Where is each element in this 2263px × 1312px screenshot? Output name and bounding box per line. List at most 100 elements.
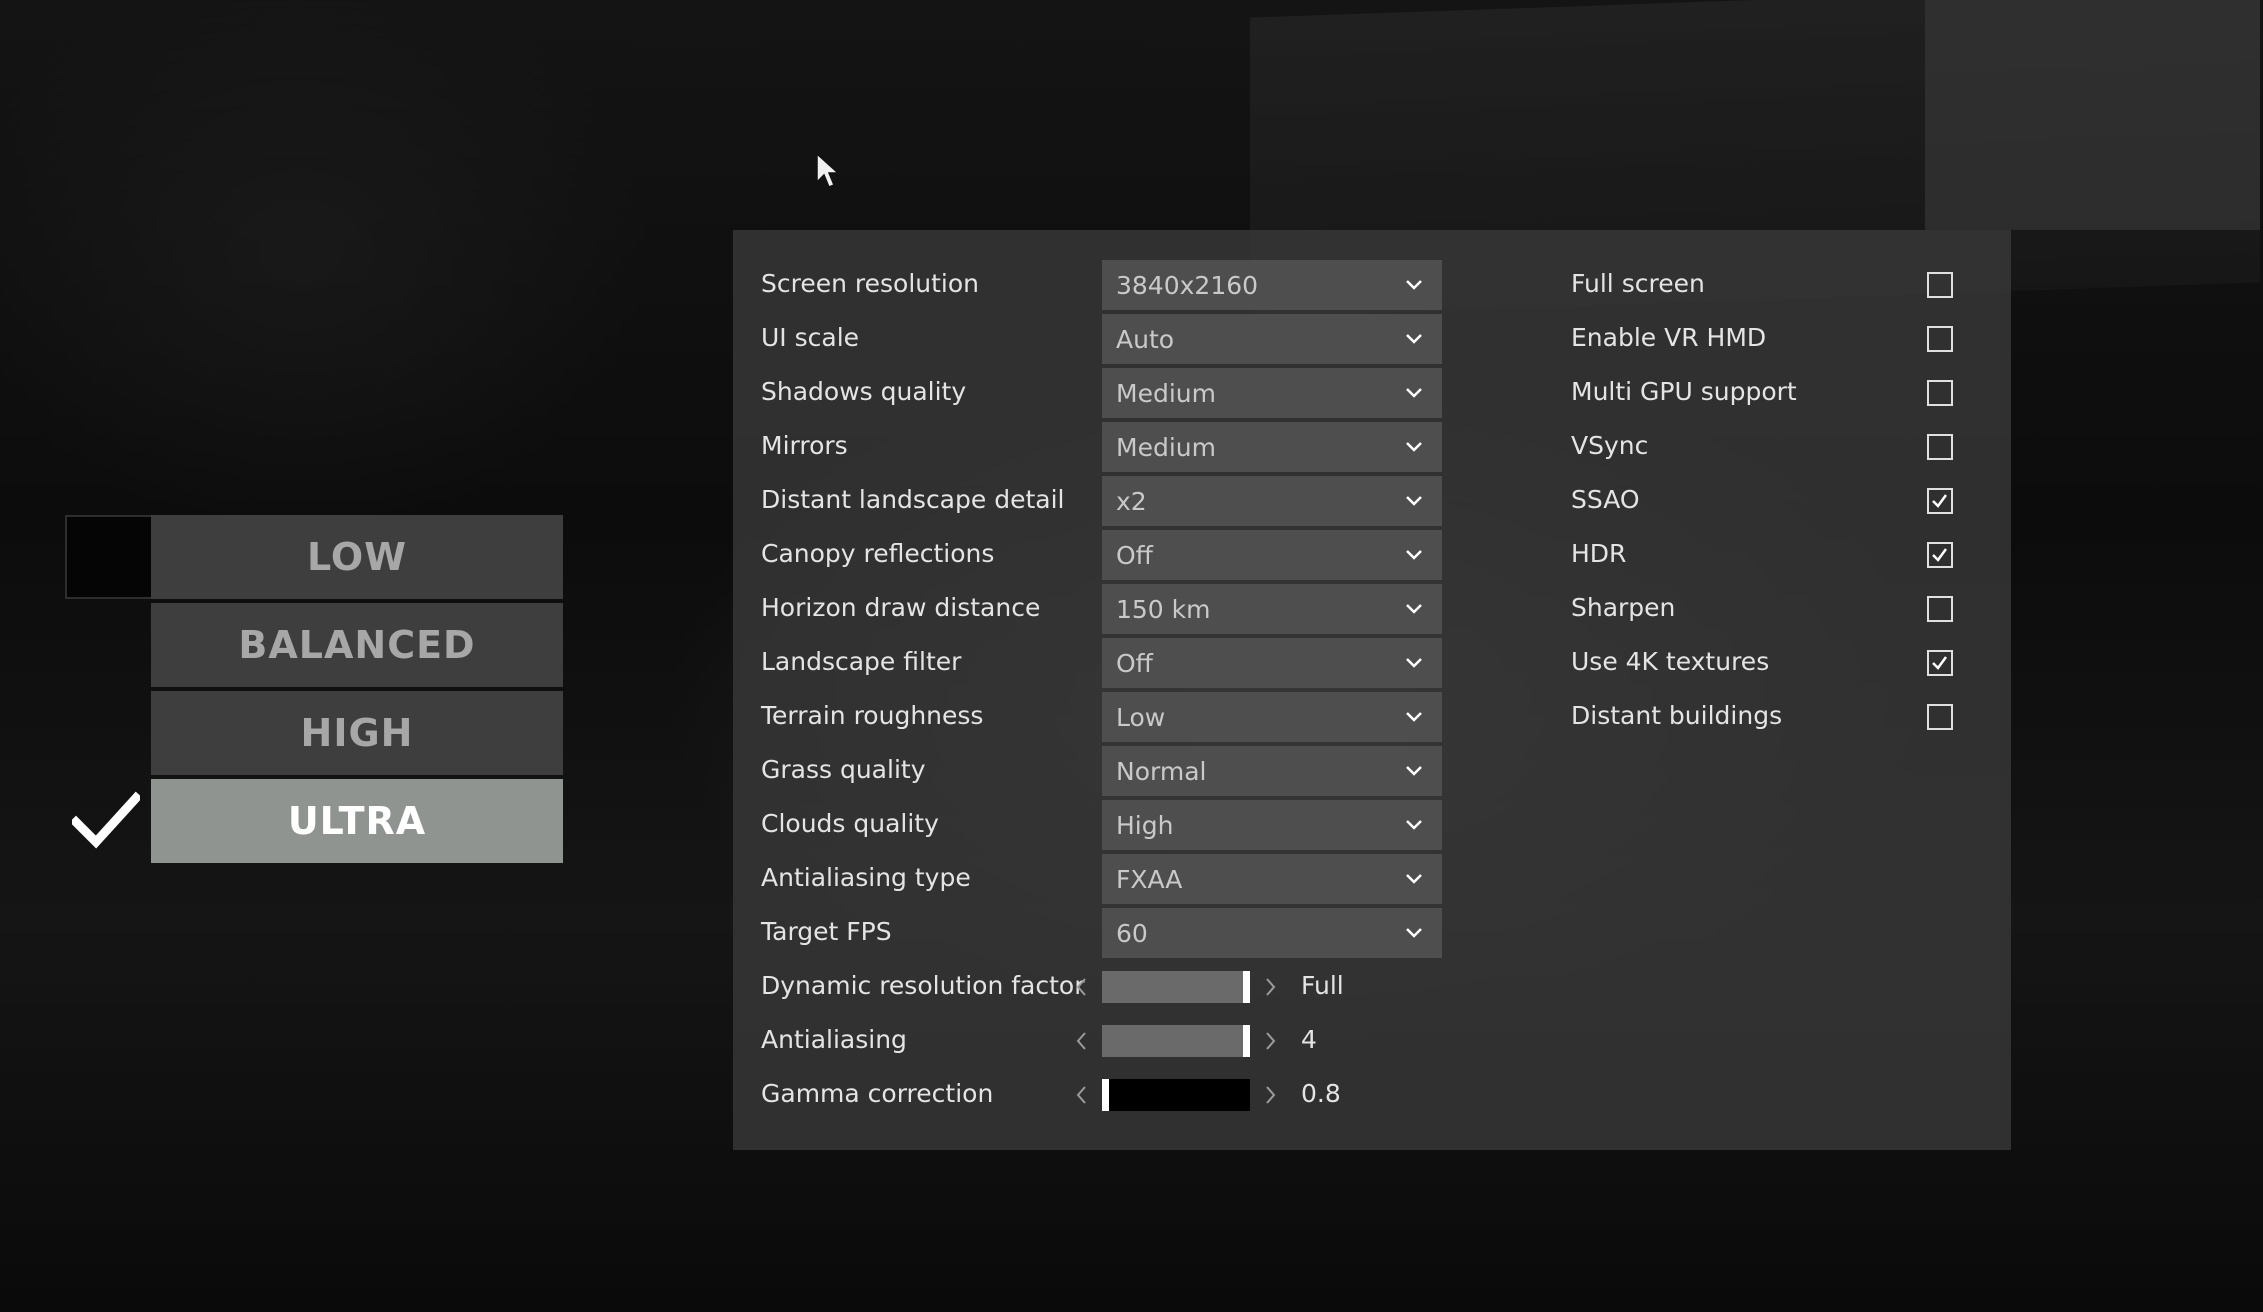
setting-label-antialiasing: Antialiasing (761, 1025, 907, 1054)
setting-label-shadows-quality: Shadows quality (761, 377, 967, 406)
checkbox-use-4k-textures[interactable] (1927, 650, 1953, 676)
slider-gamma-correction[interactable] (1102, 1079, 1250, 1111)
chevron-down-icon (1406, 766, 1422, 776)
dropdown-grass-quality[interactable]: Normal (1102, 746, 1442, 796)
slider-thumb[interactable] (1243, 1025, 1250, 1057)
slider-thumb[interactable] (1102, 1079, 1109, 1111)
chevron-down-icon (1406, 388, 1422, 398)
dropdown-value: Auto (1116, 324, 1175, 354)
checkbox-distant-buildings[interactable] (1927, 704, 1953, 730)
chevron-down-icon (1406, 496, 1422, 506)
slider-fill (1102, 971, 1247, 1003)
setting-label-clouds-quality: Clouds quality (761, 809, 939, 838)
dropdown-antialiasing-type[interactable]: FXAA (1102, 854, 1442, 904)
dropdown-screen-resolution[interactable]: 3840x2160 (1102, 260, 1442, 310)
chevron-right-icon[interactable] (1262, 1082, 1278, 1108)
chevron-down-icon (1406, 334, 1422, 344)
dropdown-landscape-filter[interactable]: Off (1102, 638, 1442, 688)
checkbox-vsync[interactable] (1927, 434, 1953, 460)
preset-button-high[interactable]: HIGH (151, 691, 563, 775)
setting-label-distant-landscape-detail: Distant landscape detail (761, 485, 1065, 514)
checkbox-hdr[interactable] (1927, 542, 1953, 568)
dropdown-ui-scale[interactable]: Auto (1102, 314, 1442, 364)
checkbox-label-vsync: VSync (1571, 431, 1649, 460)
checkbox-label-hdr: HDR (1571, 539, 1627, 568)
chevron-down-icon (1406, 874, 1422, 884)
chevron-left-icon[interactable] (1074, 974, 1090, 1000)
dropdown-horizon-draw-distance[interactable]: 150 km (1102, 584, 1442, 634)
checkbox-ssao[interactable] (1927, 488, 1953, 514)
dropdown-value: Normal (1116, 756, 1207, 786)
chevron-right-icon[interactable] (1262, 974, 1278, 1000)
slider-antialiasing[interactable] (1102, 1025, 1250, 1057)
dropdown-value: 3840x2160 (1116, 270, 1259, 300)
background-hangar-door (1925, 0, 2260, 230)
slider-value: 4 (1301, 1025, 1317, 1054)
checkbox-label-multi-gpu-support: Multi GPU support (1571, 377, 1797, 406)
chevron-right-icon[interactable] (1262, 1028, 1278, 1054)
dropdown-mirrors[interactable]: Medium (1102, 422, 1442, 472)
setting-label-terrain-roughness: Terrain roughness (761, 701, 984, 730)
setting-label-canopy-reflections: Canopy reflections (761, 539, 995, 568)
slider-value: 0.8 (1301, 1079, 1341, 1108)
dropdown-value: Off (1116, 648, 1153, 678)
preset-button-low[interactable]: LOW (151, 515, 563, 599)
setting-label-gamma-correction: Gamma correction (761, 1079, 994, 1108)
chevron-down-icon (1406, 604, 1422, 614)
setting-label-mirrors: Mirrors (761, 431, 848, 460)
dropdown-value: High (1116, 810, 1174, 840)
setting-label-target-fps: Target FPS (761, 917, 892, 946)
setting-label-screen-resolution: Screen resolution (761, 269, 980, 298)
checkbox-label-use-4k-textures: Use 4K textures (1571, 647, 1770, 676)
setting-label-horizon-draw-distance: Horizon draw distance (761, 593, 1041, 622)
checkbox-full-screen[interactable] (1927, 272, 1953, 298)
dropdown-value: Medium (1116, 432, 1216, 462)
chevron-down-icon (1406, 658, 1422, 668)
preset-button-ultra[interactable]: ULTRA (151, 779, 563, 863)
preset-button-balanced[interactable]: BALANCED (151, 603, 563, 687)
checkbox-label-ssao: SSAO (1571, 485, 1640, 514)
checkbox-label-enable-vr-hmd: Enable VR HMD (1571, 323, 1767, 352)
chevron-left-icon[interactable] (1074, 1028, 1090, 1054)
chevron-down-icon (1406, 820, 1422, 830)
chevron-down-icon (1406, 712, 1422, 722)
checkmark-icon (72, 791, 140, 849)
slider-thumb[interactable] (1243, 971, 1250, 1003)
setting-label-dynamic-resolution-factor: Dynamic resolution factor (761, 971, 1085, 1000)
chevron-left-icon[interactable] (1074, 1082, 1090, 1108)
dropdown-shadows-quality[interactable]: Medium (1102, 368, 1442, 418)
dropdown-value: 60 (1116, 918, 1148, 948)
checkbox-sharpen[interactable] (1927, 596, 1953, 622)
setting-label-ui-scale: UI scale (761, 323, 860, 352)
dropdown-value: FXAA (1116, 864, 1183, 894)
checkbox-label-distant-buildings: Distant buildings (1571, 701, 1783, 730)
checkmark-icon (1932, 494, 1948, 508)
slider-dynamic-resolution-factor[interactable] (1102, 971, 1250, 1003)
mouse-pointer-icon (816, 152, 840, 188)
dropdown-clouds-quality[interactable]: High (1102, 800, 1442, 850)
chevron-down-icon (1406, 442, 1422, 452)
setting-label-antialiasing-type: Antialiasing type (761, 863, 971, 892)
setting-label-landscape-filter: Landscape filter (761, 647, 962, 676)
chevron-down-icon (1406, 550, 1422, 560)
checkbox-enable-vr-hmd[interactable] (1927, 326, 1953, 352)
setting-label-grass-quality: Grass quality (761, 755, 926, 784)
dropdown-value: 150 km (1116, 594, 1211, 624)
dropdown-canopy-reflections[interactable]: Off (1102, 530, 1442, 580)
dropdown-value: Medium (1116, 378, 1216, 408)
chevron-down-icon (1406, 928, 1422, 938)
checkmark-icon (1932, 548, 1948, 562)
dropdown-value: Off (1116, 540, 1153, 570)
checkbox-label-full-screen: Full screen (1571, 269, 1705, 298)
checkmark-icon (1932, 656, 1948, 670)
checkbox-multi-gpu-support[interactable] (1927, 380, 1953, 406)
dropdown-value: Low (1116, 702, 1166, 732)
chevron-down-icon (1406, 280, 1422, 290)
dropdown-target-fps[interactable]: 60 (1102, 908, 1442, 958)
checkbox-label-sharpen: Sharpen (1571, 593, 1676, 622)
dropdown-terrain-roughness[interactable]: Low (1102, 692, 1442, 742)
slider-value: Full (1301, 971, 1344, 1000)
dropdown-value: x2 (1116, 486, 1147, 516)
slider-fill (1102, 1025, 1247, 1057)
dropdown-distant-landscape-detail[interactable]: x2 (1102, 476, 1442, 526)
